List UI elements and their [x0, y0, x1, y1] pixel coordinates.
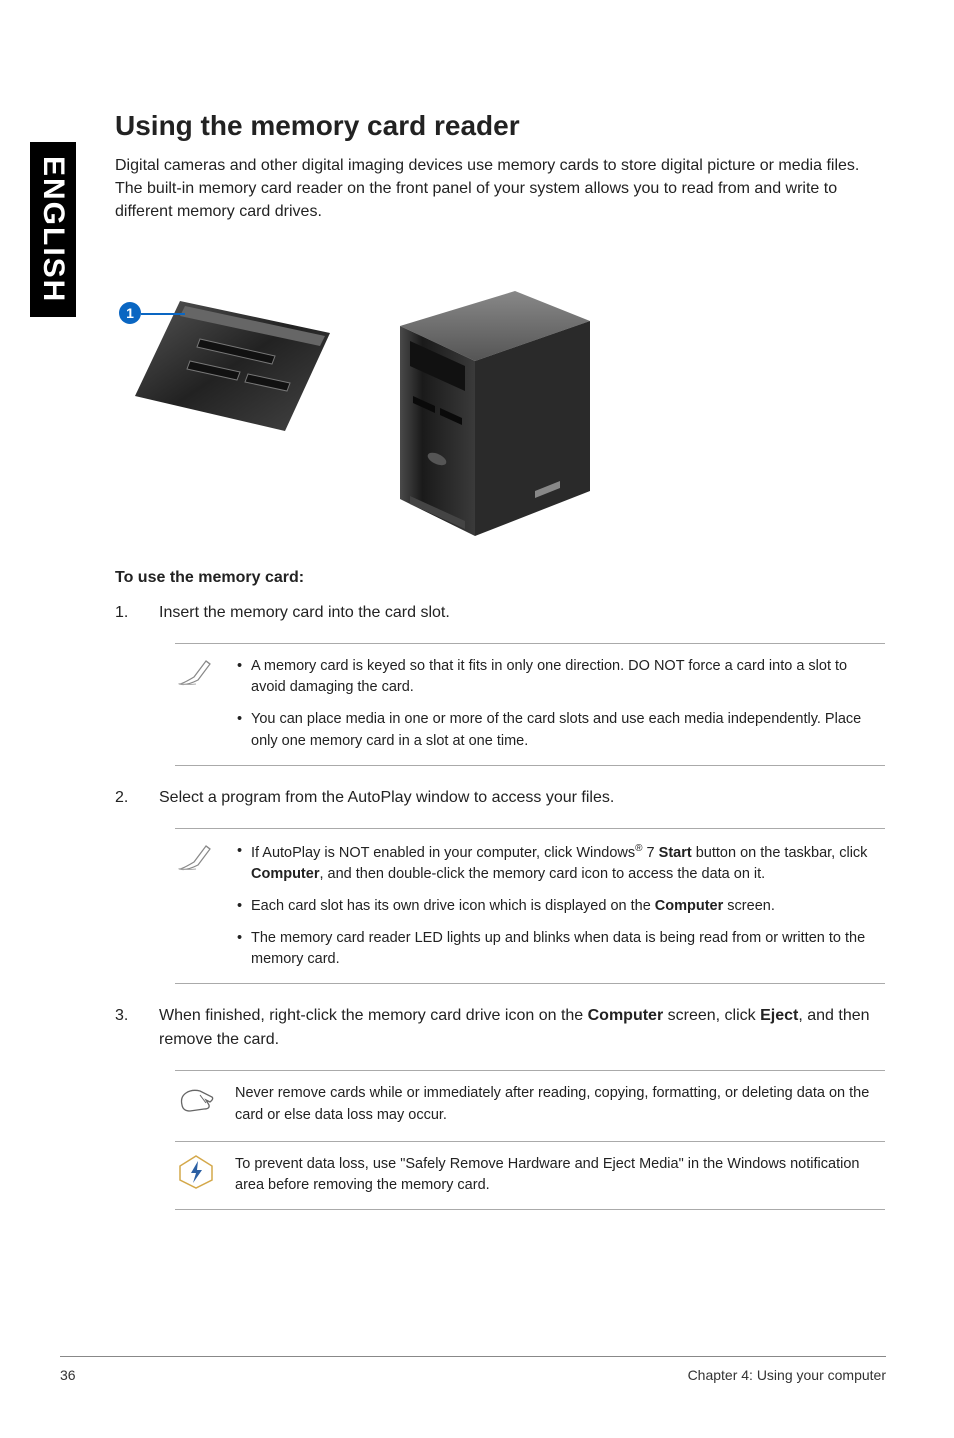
page-footer: 36 Chapter 4: Using your computer	[60, 1356, 886, 1383]
step-text: Insert the memory card into the card slo…	[159, 601, 885, 625]
hand-icon	[175, 1083, 217, 1117]
step-2: 2. Select a program from the AutoPlay wi…	[115, 786, 885, 810]
warning-text: To prevent data loss, use "Safely Remove…	[235, 1154, 885, 1198]
language-tab: ENGLISH	[30, 142, 76, 317]
pc-tower-graphic	[365, 291, 600, 536]
product-illustration: 1	[115, 246, 615, 541]
page-number: 36	[60, 1367, 76, 1383]
note-block-2: If AutoPlay is NOT enabled in your compu…	[175, 828, 885, 985]
pencil-icon	[175, 656, 217, 688]
callout-line	[141, 313, 185, 315]
note-item: If AutoPlay is NOT enabled in your compu…	[235, 841, 885, 886]
note-item: Each card slot has its own drive icon wh…	[235, 896, 885, 918]
pencil-icon	[175, 841, 217, 873]
page-title: Using the memory card reader	[115, 110, 885, 142]
step-number: 3.	[115, 1004, 129, 1052]
lightning-icon	[175, 1154, 217, 1190]
step-3: 3. When finished, right-click the memory…	[115, 1004, 885, 1052]
procedure-heading: To use the memory card:	[115, 569, 885, 587]
note-item: The memory card reader LED lights up and…	[235, 928, 885, 972]
chapter-label: Chapter 4: Using your computer	[688, 1367, 886, 1383]
callout-marker: 1	[119, 302, 141, 324]
front-panel-graphic	[130, 301, 330, 431]
intro-text: Digital cameras and other digital imagin…	[115, 154, 885, 224]
note-item: A memory card is keyed so that it fits i…	[235, 656, 885, 700]
step-text: Select a program from the AutoPlay windo…	[159, 786, 885, 810]
caution-text: Never remove cards while or immediately …	[235, 1083, 885, 1127]
step-number: 2.	[115, 786, 129, 810]
step-1: 1. Insert the memory card into the card …	[115, 601, 885, 625]
main-content: Using the memory card reader Digital cam…	[115, 110, 885, 1230]
note-item: You can place media in one or more of th…	[235, 709, 885, 753]
step-number: 1.	[115, 601, 129, 625]
warning-block: To prevent data loss, use "Safely Remove…	[175, 1141, 885, 1211]
caution-block: Never remove cards while or immediately …	[175, 1070, 885, 1133]
step-text: When finished, right-click the memory ca…	[159, 1004, 885, 1052]
note-block-1: A memory card is keyed so that it fits i…	[175, 643, 885, 766]
